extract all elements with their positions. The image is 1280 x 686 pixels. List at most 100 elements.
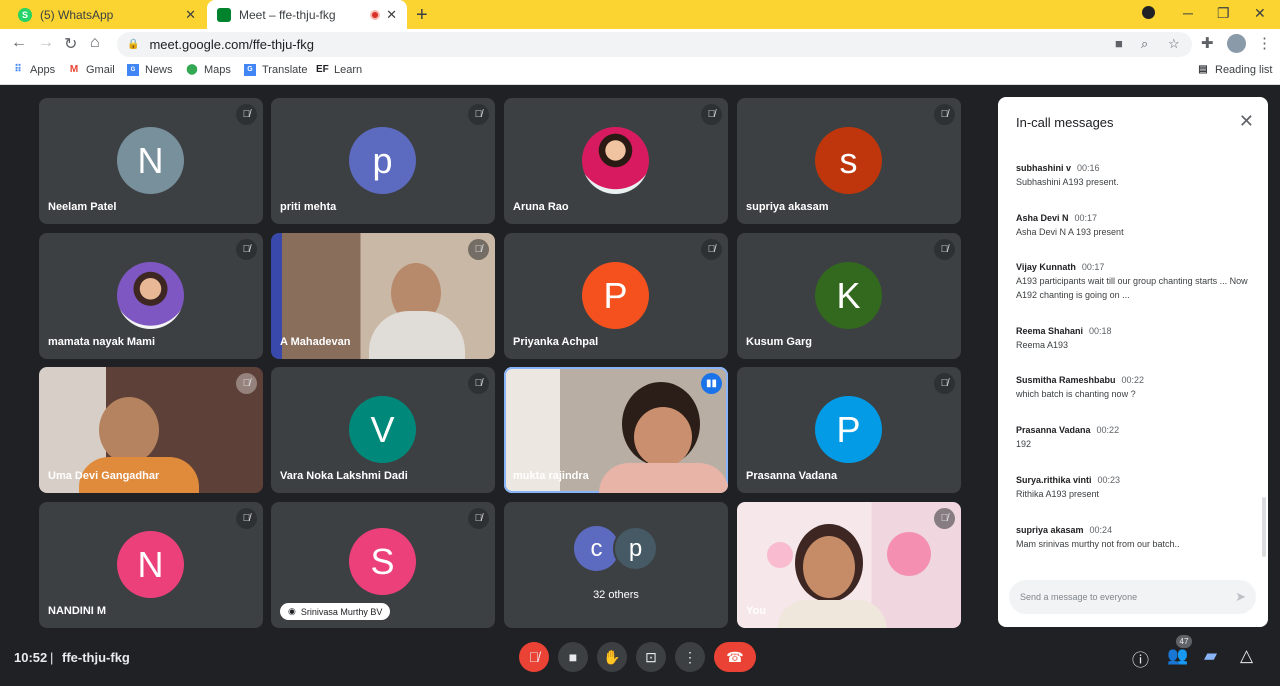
reading-list[interactable]: ▤ Reading list [1197,64,1272,76]
video-feed [777,600,887,628]
chat-message-input[interactable]: Send a message to everyone ➤ [1009,580,1256,614]
chat-input-placeholder: Send a message to everyone [1020,592,1138,602]
avatar: K [815,262,882,329]
reading-list-icon: ▤ [1198,64,1208,75]
mic-toggle-button[interactable]: 🎙̸ [519,642,549,672]
camera-icon: ■ [568,649,578,665]
participant-tile[interactable]: s supriya akasam 🎙̸ [737,98,961,224]
mic-muted-icon: 🎙̸ [701,239,722,260]
participant-tile[interactable]: A Mahadevan 🎙̸ [271,233,495,359]
forward-icon[interactable]: → [38,34,54,52]
chat-scrollbar[interactable] [1262,497,1266,557]
profile-menu-icon[interactable] [1142,6,1155,19]
message-time: 00:17 [1081,262,1105,272]
participant-tile[interactable]: mukta rajindra ▮▮ [504,367,728,493]
reload-icon[interactable]: ↻ [64,34,77,54]
close-tab-icon[interactable]: ✕ [386,7,397,23]
raise-hand-button[interactable]: ✋ [597,642,627,672]
message-text: Asha Devi N A 193 present [1016,227,1124,237]
participant-name: Vara Noka Lakshmi Dadi [280,470,408,482]
message-text: 192 [1016,439,1032,449]
browser-tab-strip: S (5) WhatsApp ✕ Meet – ffe-thju-fkg ✕ +… [0,0,1280,29]
profile-avatar[interactable] [1227,34,1246,53]
tab-whatsapp[interactable]: S (5) WhatsApp ✕ [8,0,206,29]
address-bar[interactable]: 🔒 meet.google.com/ffe-thju-fkg ■ ⌕ ☆ [117,32,1192,57]
mic-muted-icon: 🎙̸ [934,508,955,529]
bookmark-gmail[interactable]: M Gmail [68,64,115,76]
send-icon[interactable]: ➤ [1235,589,1246,605]
participant-tile[interactable]: N Neelam Patel 🎙̸ [39,98,263,224]
participant-name: Srinivasa Murthy BV [300,606,383,617]
bookmarks-bar: ⠿ Apps M Gmail G News ⬤ Maps G Translate… [0,59,1280,85]
chat-message: supriya akasam 00:24 Mam srinivas murthy … [1016,523,1256,551]
message-sender: Vijay Kunnath [1016,262,1076,272]
participant-tile[interactable]: K Kusum Garg 🎙̸ [737,233,961,359]
participant-name: Kusum Garg [746,336,813,348]
participant-tile[interactable]: P Priyanka Achpal 🎙̸ [504,233,728,359]
avatar: s [815,127,882,194]
bookmark-news[interactable]: G News [127,64,173,76]
message-sender: Surya.rithika vinti [1016,475,1092,485]
participant-tile[interactable]: P Prasanna Vadana 🎙̸ [737,367,961,493]
chat-message: Asha Devi N 00:17 Asha Devi N A 193 prese… [1016,211,1256,239]
more-menu-icon[interactable]: ⋮ [1257,34,1272,52]
participant-tile[interactable]: V Vara Noka Lakshmi Dadi 🎙̸ [271,367,495,493]
mic-muted-icon: 🎙̸ [934,373,955,394]
participant-name: Aruna Rao [513,201,569,213]
people-icon[interactable]: 👥 [1167,646,1188,666]
mic-muted-icon: 🎙̸ [934,104,955,125]
participant-tile[interactable]: N NANDINI M 🎙̸ [39,502,263,628]
participant-tile[interactable]: Uma Devi Gangadhar 🎙̸ [39,367,263,493]
bookmark-label: Learn [334,64,363,76]
mic-muted-icon: 🎙̸ [236,373,257,394]
camera-toggle-button[interactable]: ■ [558,642,588,672]
avatar: p [613,526,658,571]
others-tile[interactable]: c p 32 others [504,502,728,628]
bookmark-apps[interactable]: ⠿ Apps [12,64,55,76]
message-sender: Reema Shahani [1016,326,1084,336]
bookmark-star-icon[interactable]: ☆ [1168,36,1180,52]
participant-tile[interactable]: Aruna Rao 🎙̸ [504,98,728,224]
message-time: 00:16 [1077,163,1100,173]
participant-tile[interactable]: p priti mehta 🎙̸ [271,98,495,224]
bookmark-learn[interactable]: EF Learn [316,64,362,76]
chat-title: In-call messages [1016,115,1114,130]
present-button[interactable]: ⊡ [636,642,666,672]
bookmark-maps[interactable]: ⬤ Maps [186,64,231,76]
info-icon[interactable]: ⓘ [1132,646,1149,671]
mic-muted-icon: 🎙̸ [468,508,489,529]
more-options-button[interactable]: ⋮ [675,642,705,672]
lock-icon: 🔒 [127,39,140,50]
leave-call-button[interactable]: ☎ [714,642,756,672]
mic-muted-icon: 🎙̸ [468,373,489,394]
chat-icon[interactable]: ▰ [1204,646,1217,666]
close-tab-icon[interactable]: ✕ [185,7,196,23]
participant-tile[interactable]: mamata nayak Mami 🎙̸ [39,233,263,359]
new-tab-icon[interactable]: + [416,4,428,27]
close-window-icon[interactable]: ✕ [1254,5,1266,22]
home-icon[interactable]: ⌂ [90,34,100,52]
avatar [117,262,184,329]
translate-icon: G [244,64,256,76]
participant-name: mukta rajindra [513,470,589,482]
tab-meet[interactable]: Meet – ffe-thju-fkg ✕ [207,0,407,29]
message-text: which batch is chanting now ? [1016,389,1136,399]
extensions-icon[interactable]: ✚ [1201,34,1214,52]
close-icon[interactable]: ✕ [1239,111,1254,132]
mic-muted-icon: 🎙̸ [236,104,257,125]
bookmark-translate[interactable]: G Translate [244,64,307,76]
tab-title: (5) WhatsApp [40,7,114,22]
back-icon[interactable]: ← [11,34,27,52]
bookmark-label: Translate [262,64,308,76]
participant-tile[interactable]: S ◉ Srinivasa Murthy BV 🎙̸ [271,502,495,628]
maximize-icon[interactable]: ❐ [1217,5,1230,22]
camera-permission-icon[interactable]: ■ [1115,36,1123,51]
activities-icon[interactable]: △ [1240,646,1253,666]
zoom-icon[interactable]: ⌕ [1141,36,1148,52]
avatar: N [117,127,184,194]
avatar: V [349,396,416,463]
gmail-icon: M [69,64,79,75]
minimize-icon[interactable]: ─ [1183,5,1193,21]
apps-grid-icon: ⠿ [14,64,22,75]
participant-tile[interactable]: You 🎙̸ [737,502,961,628]
